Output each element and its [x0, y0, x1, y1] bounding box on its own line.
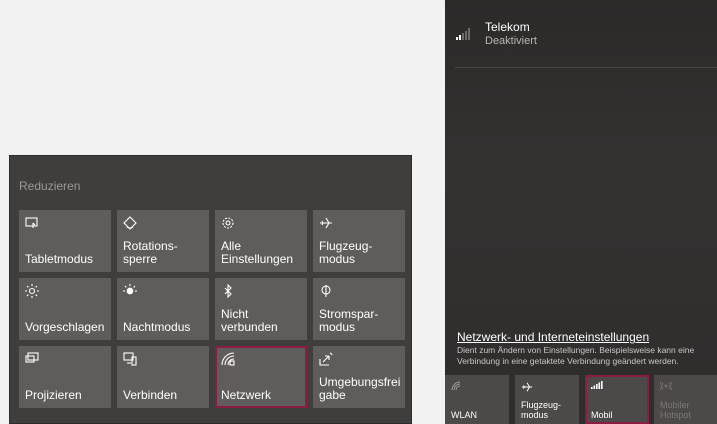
tile-project[interactable]: Projizieren: [19, 346, 111, 408]
tile-label: Netzwerk: [221, 388, 272, 402]
tile-label: Rotations- sperre: [123, 239, 178, 266]
tile-all-settings[interactable]: Alle Einstellungen: [215, 210, 307, 272]
settings-gear-icon: [221, 216, 235, 230]
carrier-name: Telekom: [485, 20, 530, 34]
cellular-icon: [591, 381, 603, 389]
network-flyout: Telekom Deaktiviert Netzwerk- und Intern…: [445, 0, 717, 424]
network-settings-link[interactable]: Netzwerk- und Interneteinstellungen: [457, 330, 649, 344]
tile-label: Verbinden: [123, 388, 178, 402]
tile-label: Projizieren: [25, 388, 82, 402]
tile-label: Umgebungsfrei gabe: [319, 375, 401, 402]
rotation-lock-icon: [123, 216, 137, 230]
tile-tablet-mode[interactable]: Tabletmodus: [19, 210, 111, 272]
tile-label: Nicht verbunden: [221, 307, 278, 334]
tile-label: Nachtmodus: [123, 320, 191, 334]
tile-label: Flugzeug- modus: [521, 400, 562, 420]
quick-tile-wlan[interactable]: WLAN: [445, 375, 509, 424]
network-settings-description: Dient zum Ändern von Einstellungen. Beis…: [457, 345, 695, 366]
airplane-icon: [521, 381, 533, 393]
mobile-hotspot-icon: [660, 381, 672, 391]
tile-label: Stromspar- modus: [319, 307, 379, 334]
network-icon: [221, 352, 235, 366]
bluetooth-icon: [221, 284, 235, 298]
tile-night-light[interactable]: Nachtmodus: [117, 278, 209, 340]
tile-label: Tabletmodus: [25, 252, 94, 266]
tile-nearby-sharing[interactable]: Umgebungsfrei gabe: [313, 346, 405, 408]
tile-label: Alle Einstellungen: [221, 239, 294, 266]
wifi-icon: [451, 381, 461, 391]
tile-bluetooth[interactable]: Nicht verbunden: [215, 278, 307, 340]
tile-airplane-mode[interactable]: Flugzeug- modus: [313, 210, 405, 272]
carrier-status: Deaktiviert: [485, 35, 537, 47]
brightness-icon: [25, 284, 39, 298]
tile-network[interactable]: Netzwerk: [215, 346, 307, 408]
tile-battery-saver[interactable]: Stromspar- modus: [313, 278, 405, 340]
airplane-icon: [319, 216, 333, 230]
tablet-mode-icon: [25, 216, 39, 230]
divider: [455, 67, 717, 68]
tile-brightness[interactable]: Vorgeschlagen: [19, 278, 111, 340]
night-light-icon: [123, 284, 137, 298]
tile-label: Vorgeschlagen: [25, 320, 105, 334]
tile-label: Mobiler Hotspot: [660, 400, 692, 420]
action-center-panel: Reduzieren Tabletmodus Rotations- sperre…: [9, 155, 412, 424]
quick-tile-airplane[interactable]: Flugzeug- modus: [515, 375, 579, 424]
project-icon: [25, 352, 39, 366]
cellular-signal-icon: [456, 28, 472, 40]
tile-connect[interactable]: Verbinden: [117, 346, 209, 408]
quick-tile-mobile-hotspot[interactable]: Mobiler Hotspot: [654, 375, 717, 424]
nearby-sharing-icon: [319, 352, 333, 366]
collapse-link[interactable]: Reduzieren: [19, 179, 80, 193]
quick-tile-mobile[interactable]: Mobil: [585, 375, 649, 424]
connect-icon: [123, 352, 137, 366]
tile-label: Mobil: [591, 410, 613, 420]
battery-saver-icon: [319, 284, 333, 298]
tile-rotation-lock[interactable]: Rotations- sperre: [117, 210, 209, 272]
tile-label: Flugzeug- modus: [319, 239, 373, 266]
tile-label: WLAN: [451, 410, 478, 420]
